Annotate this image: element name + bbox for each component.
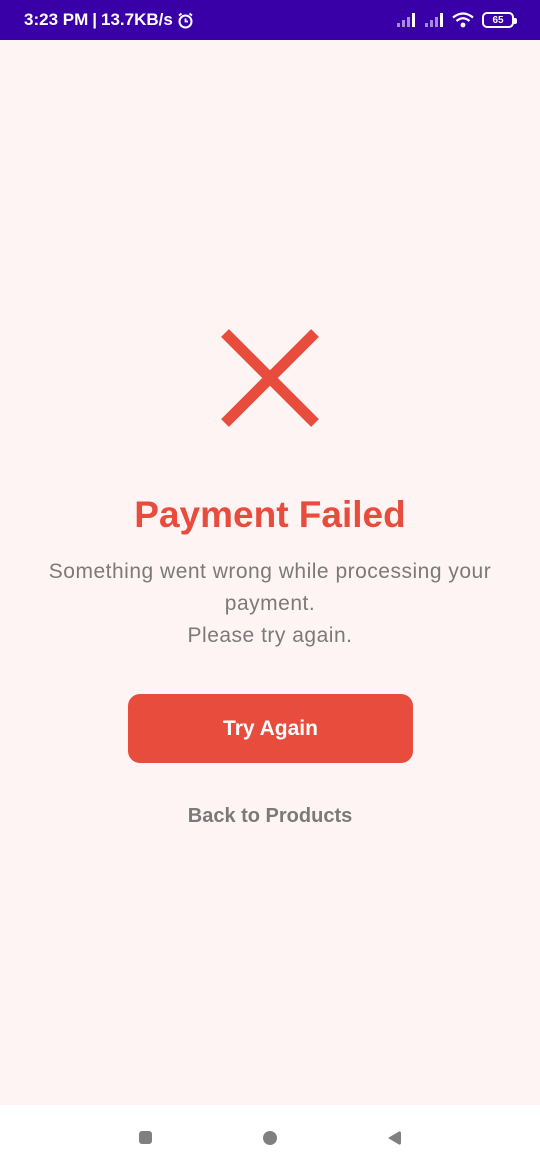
- home-icon[interactable]: [263, 1131, 277, 1145]
- back-icon[interactable]: [386, 1130, 402, 1146]
- battery-icon: 65: [482, 12, 517, 28]
- status-bar: 3:23 PM | 13.7KB/s 65: [0, 0, 540, 40]
- error-message: Something went wrong while processing yo…: [30, 556, 510, 652]
- signal-icon: [425, 13, 443, 27]
- error-message-line: Something went wrong while processing yo…: [48, 560, 492, 615]
- recents-icon[interactable]: [139, 1131, 152, 1144]
- close-icon: [221, 329, 319, 427]
- status-time: 3:23 PM: [24, 10, 89, 29]
- navigation-bar: [0, 1105, 540, 1170]
- try-again-button[interactable]: Try Again: [128, 694, 413, 763]
- wifi-icon: [452, 12, 474, 28]
- status-right: 65: [396, 12, 517, 28]
- status-separator: |: [92, 10, 98, 29]
- page-title: Payment Failed: [134, 494, 406, 535]
- alarm-icon: [178, 12, 193, 28]
- error-message-line: Please try again.: [187, 624, 353, 647]
- battery-level: 65: [492, 14, 504, 26]
- network-speed: 13.7KB/s: [101, 10, 173, 29]
- signal-icon: [397, 13, 415, 27]
- back-to-products-link[interactable]: Back to Products: [0, 805, 540, 828]
- status-left: 3:23 PM | 13.7KB/s: [24, 10, 194, 30]
